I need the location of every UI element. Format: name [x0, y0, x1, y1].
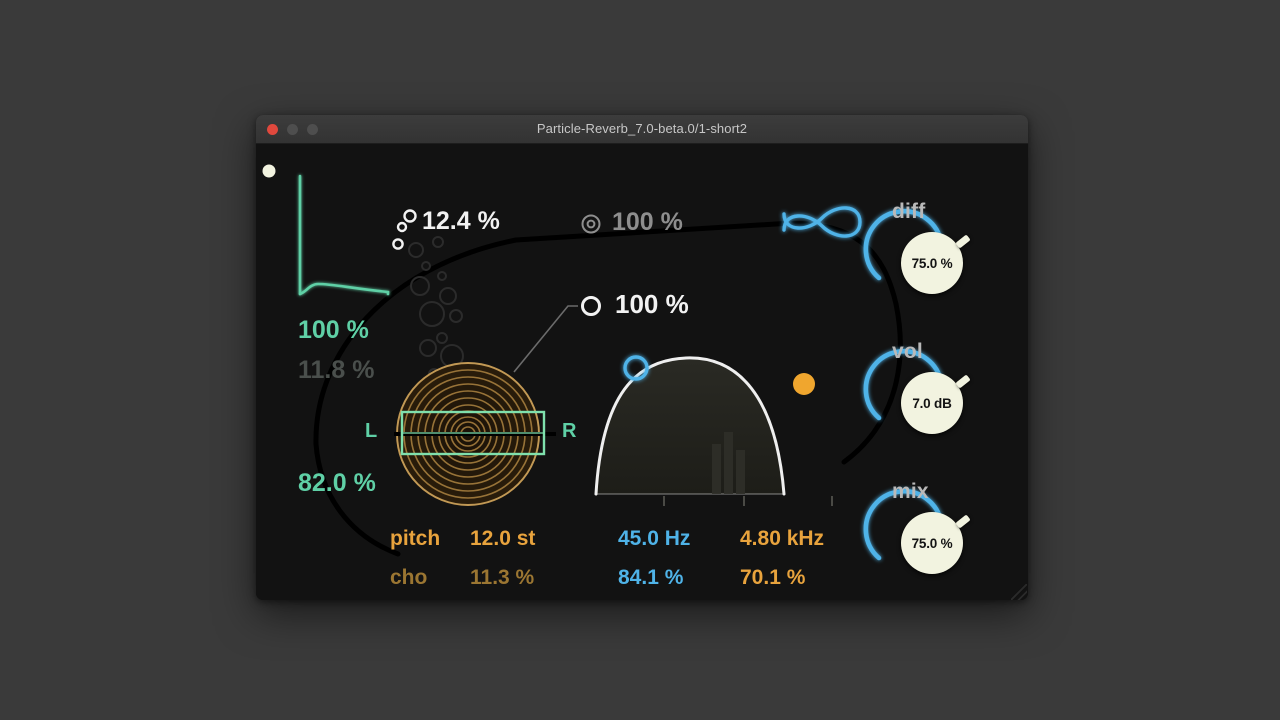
- window-titlebar[interactable]: Particle-Reverb_7.0-beta.0/1-short2: [256, 115, 1028, 144]
- stereo-width-value[interactable]: 82.0 %: [298, 469, 376, 498]
- filter-high-freq-value[interactable]: 4.80 kHz: [740, 527, 824, 551]
- window-title: Particle-Reverb_7.0-beta.0/1-short2: [536, 121, 748, 136]
- plugin-canvas: 100 % 11.8 % 82.0 % L R 12.4 % 100 % 100…: [256, 144, 1028, 600]
- particle-density-value[interactable]: 12.4 %: [422, 207, 500, 236]
- decay-amount-value[interactable]: 100 %: [298, 316, 369, 345]
- cho-label: cho: [390, 566, 428, 589]
- filter-high-handle[interactable]: [793, 373, 815, 395]
- ring-icon: [581, 296, 601, 316]
- filter-low-freq-value[interactable]: 45.0 Hz: [618, 527, 690, 551]
- decay-secondary-value[interactable]: 11.8 %: [298, 356, 374, 385]
- pitch-value[interactable]: 12.0 st: [470, 527, 535, 551]
- knob-mix-label: mix: [892, 480, 929, 503]
- size-leader-line: [513, 305, 578, 373]
- knob-vol-face[interactable]: 7.0 dB: [901, 372, 963, 434]
- plugin-window: Particle-Reverb_7.0-beta.0/1-short2 100 …: [256, 115, 1028, 600]
- window-resize-grip[interactable]: [1011, 584, 1027, 600]
- two-rings-icon: [392, 209, 417, 250]
- knob-diff-label: diff: [892, 200, 926, 223]
- power-indicator[interactable]: [262, 164, 276, 178]
- channel-left-label: L: [365, 420, 378, 442]
- filter-high-amount-value[interactable]: 70.1 %: [740, 566, 805, 590]
- particle-size-value[interactable]: 100 %: [615, 289, 689, 320]
- pitch-label: pitch: [390, 527, 441, 550]
- knob-vol-label: vol: [892, 340, 923, 363]
- channel-right-label: R: [562, 420, 577, 442]
- cho-value[interactable]: 11.3 %: [470, 566, 534, 590]
- particle-spread-value[interactable]: 100 %: [612, 208, 683, 237]
- decay-envelope-curve[interactable]: [298, 174, 390, 296]
- knob-mix-value: 75.0 %: [911, 535, 953, 551]
- knob-diff-face[interactable]: 75.0 %: [901, 232, 963, 294]
- filter-low-amount-value[interactable]: 84.1 %: [618, 566, 683, 590]
- desktop-background: Particle-Reverb_7.0-beta.0/1-short2 100 …: [0, 0, 1280, 720]
- knob-diff-value: 75.0 %: [911, 255, 953, 271]
- knob-mix-face[interactable]: 75.0 %: [901, 512, 963, 574]
- knob-vol-value: 7.0 dB: [912, 395, 952, 411]
- target-icon: [581, 214, 601, 234]
